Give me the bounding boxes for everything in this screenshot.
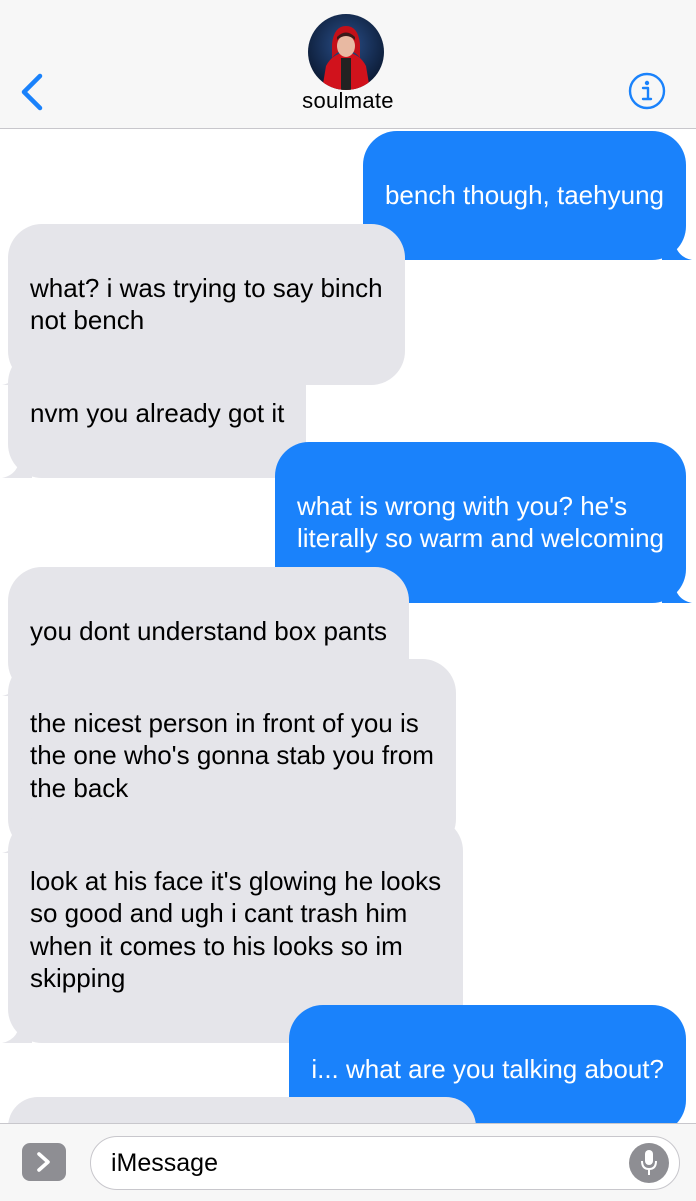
contact-name[interactable]: soulmate: [0, 88, 696, 114]
message-text: what? i was trying to say binch not benc…: [30, 272, 383, 336]
info-icon: [628, 72, 666, 110]
message-text: nvm you already got it: [30, 397, 285, 428]
conversation-header: soulmate: [0, 0, 696, 129]
bubble-tail: [2, 447, 32, 478]
message-bubble-incoming[interactable]: nvm you already got it: [2, 349, 307, 478]
message-text: i... what are you talking about?: [311, 1053, 664, 1084]
message-input[interactable]: iMessage: [90, 1136, 680, 1190]
compose-bar: iMessage: [0, 1123, 696, 1201]
message-bubble-outgoing[interactable]: bench though, taehyung: [362, 131, 692, 260]
microphone-icon: [641, 1150, 657, 1175]
message-text: bench though, taehyung: [384, 179, 664, 210]
message-bubble-incoming-partial[interactable]: [8, 1097, 476, 1123]
contact-photo: [308, 14, 384, 90]
avatar[interactable]: [308, 14, 384, 90]
message-text: look at his face it's glowing he looks s…: [30, 865, 442, 994]
message-list[interactable]: bench though, taehyung what? i was tryin…: [0, 129, 696, 1123]
message-input-placeholder: iMessage: [111, 1149, 218, 1177]
microphone-button[interactable]: [629, 1143, 669, 1183]
message-text: you dont understand box pants: [30, 615, 388, 646]
apps-button[interactable]: [22, 1143, 66, 1181]
chevron-right-icon: [37, 1152, 50, 1172]
message-text: the nicest person in front of you is the…: [30, 707, 434, 803]
message-text: what is wrong with you? he's literally s…: [296, 490, 664, 554]
info-button[interactable]: [628, 72, 666, 110]
bubble-tail: [662, 573, 692, 603]
bubble-tail: [662, 1103, 678, 1123]
bubble-tail: [2, 1013, 32, 1043]
bubble-tail: [662, 229, 692, 260]
